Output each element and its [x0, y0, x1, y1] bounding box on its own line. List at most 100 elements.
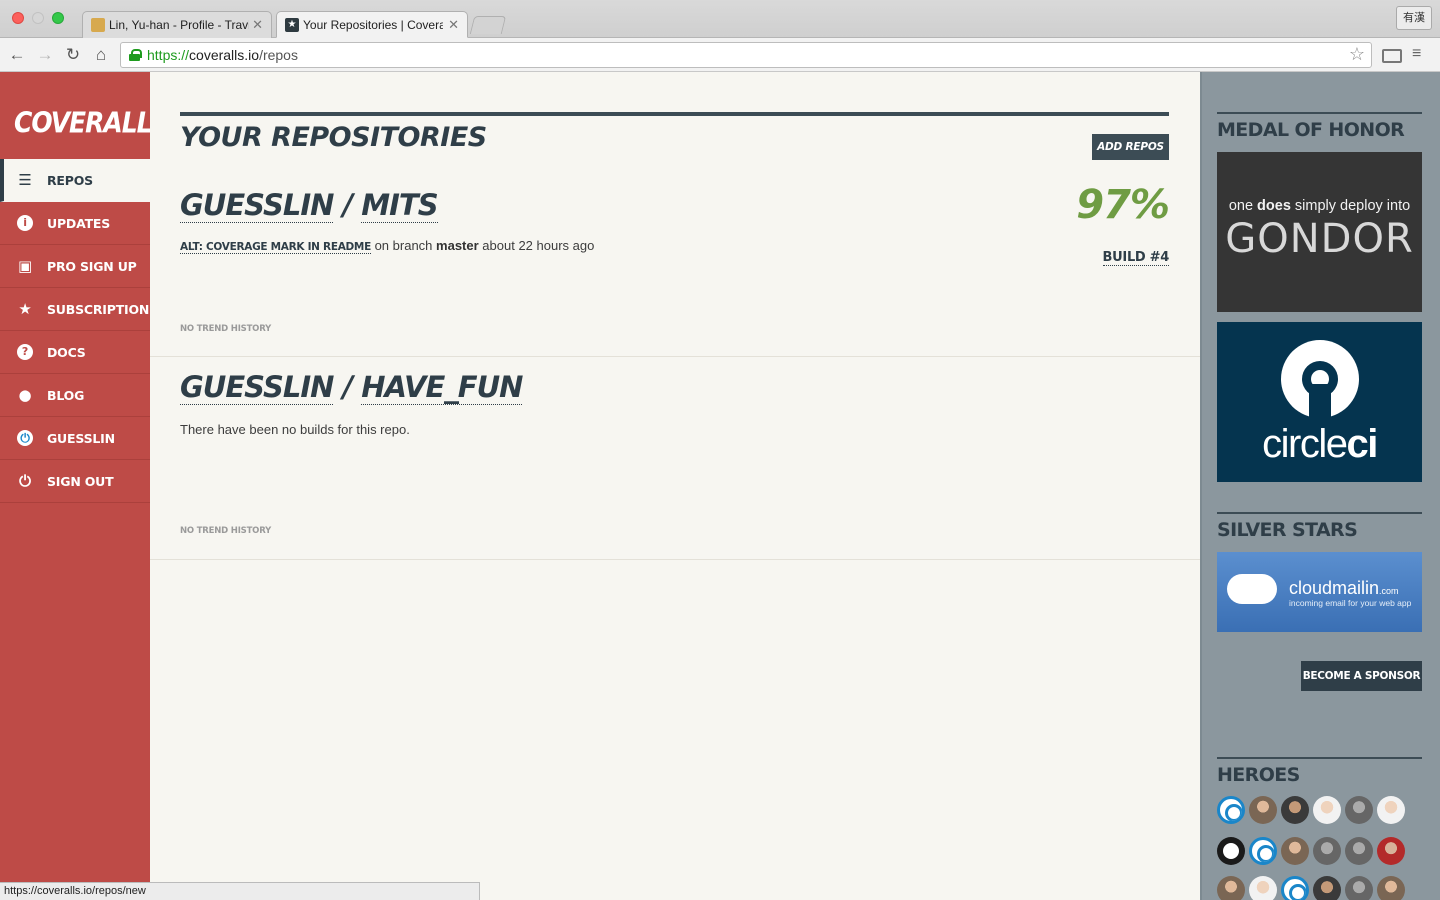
circleci-word-b: ci [1346, 422, 1378, 466]
lock-icon: ▣ [18, 257, 32, 275]
no-builds-message: There have been no builds for this repo. [180, 422, 410, 437]
sponsor-rail: MEDAL OF HONOR one does simply deploy in… [1200, 72, 1440, 900]
repo-name-link[interactable]: MITS [361, 188, 439, 223]
sidebar-item-label: PRO SIGN UP [47, 259, 137, 274]
sidebar-item-repos[interactable]: ☰ REPOS [0, 159, 150, 202]
minimize-window-button[interactable] [32, 12, 44, 24]
commit-message-link[interactable]: ALT: COVERAGE MARK IN README [180, 241, 371, 254]
coveralls-logo[interactable]: COVERALLS [14, 106, 170, 139]
heading-rule [180, 112, 1169, 116]
coverage-percent[interactable]: 97% [1076, 182, 1170, 228]
add-repos-button[interactable]: ADD REPOS [1092, 134, 1169, 160]
travis-favicon-icon [91, 18, 105, 32]
avatar[interactable] [1249, 796, 1277, 824]
sidebar-item-docs[interactable]: ? DOCS [0, 331, 150, 374]
sidebar-item-guesslin[interactable]: ⏻ GUESSLIN [0, 417, 150, 460]
section-rule [1217, 112, 1422, 114]
avatar[interactable] [1249, 837, 1277, 865]
cast-icon[interactable] [1382, 49, 1402, 63]
gondor-tagline: one does simply deploy into [1217, 198, 1422, 214]
avatar[interactable] [1345, 876, 1373, 900]
avatar[interactable] [1281, 876, 1309, 900]
zoom-window-button[interactable] [52, 12, 64, 24]
sidebar-item-sign-out[interactable]: ⏻ SIGN OUT [0, 460, 150, 503]
coveralls-logo-icon: ⏻ [17, 430, 33, 446]
back-arrow-icon[interactable]: ← [6, 44, 28, 66]
gondor-tagline-bold: does [1257, 198, 1291, 214]
main-content: YOUR REPOSITORIES ADD REPOS GUESSLIN / M… [150, 72, 1277, 900]
url-host: coveralls.io [189, 47, 260, 63]
sidebar-nav: ☰ REPOS i UPDATES ▣ PRO SIGN UP ★ SUBSCR… [0, 159, 158, 503]
forward-arrow-icon[interactable]: → [34, 44, 56, 66]
tab-coveralls-repos[interactable]: ★ Your Repositories | Covera ✕ [276, 11, 468, 38]
tab-label: Lin, Yu-han - Profile - Travi [109, 18, 249, 32]
repo-owner-link[interactable]: GUESSLIN [180, 188, 334, 223]
close-window-button[interactable] [12, 12, 24, 24]
input-method-indicator[interactable]: 有漢 [1396, 6, 1432, 30]
repo-title: GUESSLIN / HAVE_FUN [180, 370, 523, 405]
sidebar-item-blog[interactable]: ● BLOG [0, 374, 150, 417]
avatar[interactable] [1377, 876, 1405, 900]
avatar[interactable] [1281, 837, 1309, 865]
question-icon: ? [17, 344, 33, 360]
silver-stars-heading: SILVER STARS [1217, 519, 1358, 541]
tab-label: Your Repositories | Covera [303, 18, 443, 32]
cloudmailin-sponsor-ad[interactable]: cloudmailin.com incoming email for your … [1217, 552, 1422, 632]
bookmark-star-icon[interactable]: ☆ [1349, 44, 1365, 65]
avatar[interactable] [1345, 837, 1373, 865]
repo-card: GUESSLIN / MITS ALT: COVERAGE MARK IN RE… [150, 176, 1200, 357]
sidebar-item-pro-sign-up[interactable]: ▣ PRO SIGN UP [0, 245, 150, 288]
section-rule [1217, 757, 1422, 759]
avatar[interactable] [1313, 876, 1341, 900]
avatar[interactable] [1377, 837, 1405, 865]
sidebar-item-label: REPOS [47, 173, 93, 188]
reload-icon[interactable]: ↻ [62, 44, 84, 66]
home-icon[interactable]: ⌂ [90, 44, 112, 66]
section-rule [1217, 512, 1422, 514]
avatar[interactable] [1377, 796, 1405, 824]
circleci-word-a: circle [1262, 422, 1348, 466]
github-avatar-icon[interactable] [1217, 837, 1245, 865]
avatar[interactable] [1217, 796, 1245, 824]
repo-separator: / [342, 188, 354, 222]
sidebar-item-subscriptions[interactable]: ★ SUBSCRIPTIONS [0, 288, 158, 331]
url-scheme: https:// [147, 47, 190, 63]
gondor-sponsor-ad[interactable]: one does simply deploy into GONDOR [1217, 152, 1422, 312]
repo-card: GUESSLIN / HAVE_FUN There have been no b… [150, 358, 1200, 560]
avatar[interactable] [1313, 796, 1341, 824]
avatar[interactable] [1249, 876, 1277, 900]
secure-lock-icon [129, 49, 142, 61]
build-link[interactable]: BUILD #4 [1102, 250, 1169, 266]
tab-travis-profile[interactable]: Lin, Yu-han - Profile - Travi ✕ [82, 11, 272, 38]
cloud-icon [1227, 574, 1277, 604]
address-bar[interactable]: https://coveralls.io/repos ☆ [120, 42, 1372, 68]
browser-toolbar: ← → ↻ ⌂ https://coveralls.io/repos ☆ ≡ [0, 38, 1440, 72]
hamburger-menu-icon[interactable]: ≡ [1412, 45, 1421, 63]
circleci-sponsor-ad[interactable]: circleci [1217, 322, 1422, 482]
close-tab-icon[interactable]: ✕ [252, 17, 263, 33]
sidebar-item-updates[interactable]: i UPDATES [0, 202, 150, 245]
become-sponsor-button[interactable]: BECOME A SPONSOR [1301, 661, 1422, 691]
medal-of-honor-heading: MEDAL OF HONOR [1217, 119, 1405, 141]
avatar[interactable] [1345, 796, 1373, 824]
link-status-bubble: https://coveralls.io/repos/new [0, 882, 480, 900]
circleci-logo-gap [1309, 384, 1331, 420]
list-icon: ☰ [18, 171, 32, 189]
heroes-heading: HEROES [1217, 764, 1300, 786]
cloudmailin-tagline: incoming email for your web app [1289, 598, 1412, 608]
avatar[interactable] [1217, 876, 1245, 900]
cloudmailin-tld: .com [1379, 586, 1399, 596]
star-icon: ★ [18, 300, 32, 318]
cloudmailin-name: cloudmailin [1289, 578, 1380, 598]
avatar[interactable] [1281, 796, 1309, 824]
sidebar-item-label: UPDATES [47, 216, 111, 231]
repo-name-link[interactable]: HAVE_FUN [361, 370, 523, 405]
page-title: YOUR REPOSITORIES [180, 122, 487, 153]
window-titlebar: Lin, Yu-han - Profile - Travi ✕ ★ Your R… [0, 0, 1440, 38]
new-tab-button[interactable] [469, 16, 507, 34]
close-tab-icon[interactable]: ✕ [448, 17, 459, 33]
repo-title: GUESSLIN / MITS [180, 188, 439, 223]
gondor-wordmark: GONDOR [1225, 216, 1414, 262]
repo-owner-link[interactable]: GUESSLIN [180, 370, 334, 405]
avatar[interactable] [1313, 837, 1341, 865]
